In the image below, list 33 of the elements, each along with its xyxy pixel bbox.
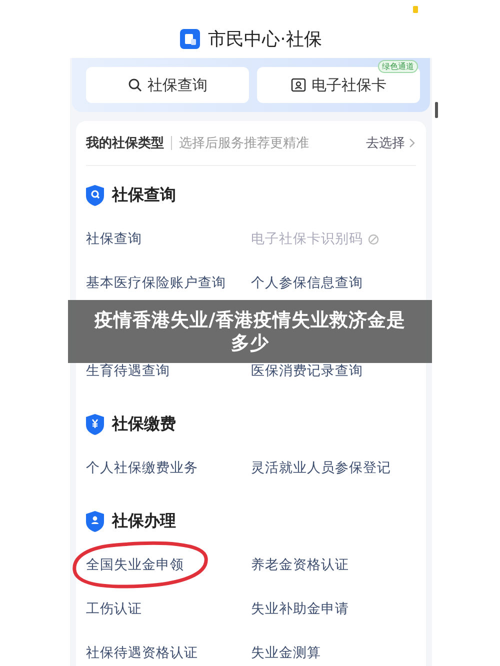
yen-shield-icon — [86, 414, 104, 434]
hint-text: 选择后服务推荐更精准 — [179, 135, 310, 152]
person-shield-icon — [86, 510, 104, 532]
id-card-icon — [290, 78, 306, 92]
service-link[interactable]: 工伤认证 — [86, 600, 142, 618]
section-title: 社保缴费 — [112, 414, 176, 434]
service-link[interactable]: 失业补助金申请 — [251, 600, 349, 618]
service-link[interactable]: 社保查询 — [86, 230, 142, 248]
service-link[interactable]: 基本医疗保险账户查询 — [86, 274, 226, 292]
service-link[interactable]: 个人社保缴费业务 — [86, 459, 198, 477]
service-link[interactable]: 生育待遇查询 — [86, 362, 170, 380]
section-label: 我的社保类型 — [86, 135, 164, 152]
service-link[interactable]: 养老金资格认证 — [251, 556, 349, 574]
service-link[interactable]: 灵活就业人员参保登记 — [251, 459, 391, 477]
page-title: 市民中心·社保 — [208, 28, 322, 51]
service-link[interactable]: 全国失业金申领 — [86, 556, 184, 574]
status-indicator-icon — [413, 6, 418, 13]
scrollbar — [435, 102, 438, 118]
service-link[interactable]: 社保待遇资格认证 — [86, 644, 198, 662]
disabled-icon — [368, 234, 379, 244]
quick-action-button[interactable]: 社保查询 — [86, 67, 249, 103]
article-title: 疫情香港失业/香港疫情失业救济金是多少 — [93, 308, 406, 354]
service-link[interactable]: 失业金测算 — [251, 644, 321, 662]
choose-link[interactable]: 去选择 — [366, 134, 416, 152]
search-icon — [128, 78, 142, 92]
section-title: 社保查询 — [112, 184, 176, 206]
service-link[interactable]: 医保消费记录查询 — [251, 362, 363, 380]
app-logo-icon — [180, 29, 200, 49]
badge: 绿色通道 — [378, 60, 418, 73]
chevron-icon[interactable] — [409, 138, 416, 148]
service-link[interactable]: 个人参保信息查询 — [251, 274, 363, 292]
section-title: 社保办理 — [112, 510, 176, 532]
search-shield-icon — [86, 184, 104, 206]
